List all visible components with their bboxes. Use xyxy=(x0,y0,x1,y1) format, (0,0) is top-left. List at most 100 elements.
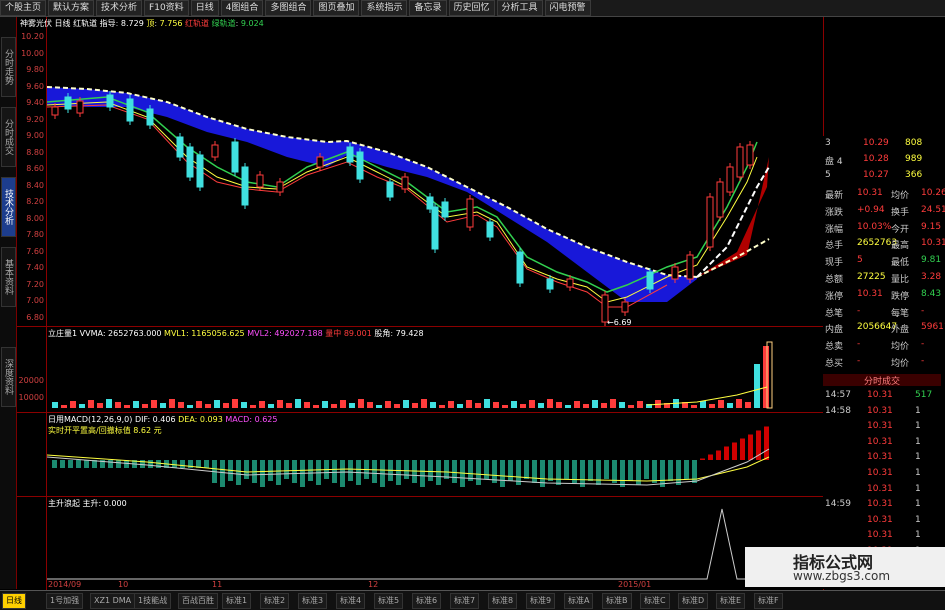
quote-value: - xyxy=(857,305,861,316)
candle xyxy=(346,146,354,163)
bottom-tab[interactable]: 标准3 xyxy=(298,593,328,609)
vvma-value: VVMA: 2652763.000 xyxy=(79,329,162,338)
macd-legend: 日用MACD(12,26,9,0) DIF: 0.406 DEA: 0.093 … xyxy=(48,414,277,425)
trades-title[interactable]: 分时成交 xyxy=(823,374,941,387)
menu-item[interactable]: 多图组合 xyxy=(265,0,312,16)
menu-item[interactable]: 日线 xyxy=(190,0,219,16)
timeline-label: 2014/09 xyxy=(48,580,82,589)
quote-label: 现手 xyxy=(825,258,844,269)
macd-bar xyxy=(764,426,769,460)
quote-value: 27225 xyxy=(857,272,886,282)
bottom-tab[interactable]: 标准5 xyxy=(374,593,404,609)
volume-bar xyxy=(529,400,535,408)
volume-bar xyxy=(205,404,211,408)
bottom-tab[interactable]: 标准D xyxy=(678,593,709,609)
macd-bar xyxy=(708,454,713,460)
quote-row: 盘 4 10.28 989 xyxy=(823,154,945,168)
quote-label: 涨幅 xyxy=(825,224,844,235)
menu-item[interactable]: 图页叠加 xyxy=(313,0,360,16)
menu-item[interactable]: 备忘录 xyxy=(409,0,447,16)
bottom-tab[interactable]: 标准1 xyxy=(222,593,252,609)
menu-item[interactable]: 4图组合 xyxy=(220,0,264,16)
macd-bar xyxy=(244,460,249,479)
quote-row: 最新 10.31 均价 10.26 xyxy=(823,188,945,202)
menu-item[interactable]: 默认方案 xyxy=(48,0,95,16)
candle xyxy=(466,198,474,228)
bottom-tab[interactable]: 标准8 xyxy=(488,593,518,609)
bottom-tab[interactable]: 标准9 xyxy=(526,593,556,609)
order-volume: 808 xyxy=(905,138,923,148)
candle xyxy=(646,271,654,290)
bottom-tab[interactable]: 标准F xyxy=(754,593,783,609)
volume-bar xyxy=(475,403,481,408)
volume-bar xyxy=(268,404,274,408)
price-tick: 7.20 xyxy=(26,279,44,289)
order-price: 10.27 xyxy=(863,170,889,180)
macd-value: MACD: 0.625 xyxy=(225,415,278,424)
volume-bar xyxy=(718,400,724,408)
volume-bar xyxy=(241,402,247,408)
macd-bar xyxy=(76,460,81,468)
macd-name: 日用MACD(12,26,9,0) xyxy=(48,415,133,424)
quote-value: - xyxy=(857,339,861,350)
bottom-tab[interactable]: 标准C xyxy=(640,593,670,609)
quote-row: 涨停 10.31 跌停 8.43 xyxy=(823,289,945,303)
trade-volume: 1 xyxy=(915,421,921,432)
volume-bar xyxy=(376,405,382,408)
quote-value: 9.15 xyxy=(921,221,942,232)
mvl2-value: MVL2: 492027.188 xyxy=(247,329,323,338)
volume-bar xyxy=(349,403,355,408)
quote-row: 5 10.27 366 xyxy=(823,170,945,184)
bottom-tab[interactable]: 标准6 xyxy=(412,593,442,609)
menu-item[interactable]: F10资料 xyxy=(144,0,189,16)
quote-label: 外盘 xyxy=(891,325,910,336)
quote-row: 14:58 10.31 1 xyxy=(823,406,945,420)
macd-bar xyxy=(588,460,593,481)
menu-item[interactable]: 系统指示 xyxy=(361,0,408,16)
quote-value: +0.94 xyxy=(857,204,885,215)
macd-bar xyxy=(268,460,273,481)
menu-item[interactable]: 技术分析 xyxy=(96,0,143,16)
quote-row: 内盘2056647外盘596116 xyxy=(823,322,945,336)
macd-bar xyxy=(348,460,353,481)
watermark: 指标公式网 www.zbgs3.com xyxy=(745,547,945,587)
bottom-tab[interactable]: 1号加强 xyxy=(46,593,84,609)
menu-item[interactable]: 分析工具 xyxy=(496,0,543,16)
trade-volume: 1 xyxy=(915,514,921,525)
quote-value: 9.81 xyxy=(921,255,942,266)
bottom-tab[interactable]: 百战百胜 xyxy=(178,593,218,609)
bottom-tab[interactable]: 标准B xyxy=(602,593,632,609)
candle xyxy=(211,144,219,158)
vol-hand-value: 89.001 xyxy=(343,329,372,338)
bottom-tab[interactable]: 1技能战 xyxy=(134,593,172,609)
macd-bar xyxy=(476,460,481,485)
menu-item[interactable]: 个股主页 xyxy=(0,0,47,16)
trade-price: 10.31 xyxy=(867,483,893,494)
bottom-tab[interactable]: 日线 xyxy=(2,593,26,609)
bottom-tab[interactable]: 标准E xyxy=(716,593,746,609)
candle xyxy=(241,166,249,206)
angle-label: 股角 xyxy=(374,329,391,338)
bottom-tab[interactable]: XZ1 DMA xyxy=(90,593,136,609)
menu-item[interactable]: 闪电预警 xyxy=(544,0,591,16)
volume-bar xyxy=(124,405,130,408)
trade-time: 14:57 xyxy=(825,390,851,400)
bottom-tab[interactable]: 标准7 xyxy=(450,593,480,609)
volume-tick: 10000 xyxy=(18,393,44,402)
trade-volume: 1 xyxy=(915,436,921,447)
macd-bar xyxy=(108,460,113,468)
macd-bar xyxy=(148,460,153,468)
bottom-tab[interactable]: 标准A xyxy=(564,593,594,609)
quote-row: 10.31 1 xyxy=(823,437,945,451)
quote-row: 10.31 1 xyxy=(823,468,945,482)
bottom-tab[interactable]: 标准2 xyxy=(260,593,290,609)
bottom-tab[interactable]: 标准4 xyxy=(336,593,366,609)
macd-bar xyxy=(396,460,401,485)
volume-bar xyxy=(457,404,463,408)
order-level: 5 xyxy=(825,170,831,180)
candle xyxy=(106,94,114,108)
volume-bar xyxy=(484,399,490,408)
quote-row: 14:57 10.31 517 xyxy=(823,390,945,404)
band-area xyxy=(47,87,697,302)
menu-item[interactable]: 历史回忆 xyxy=(448,0,495,16)
